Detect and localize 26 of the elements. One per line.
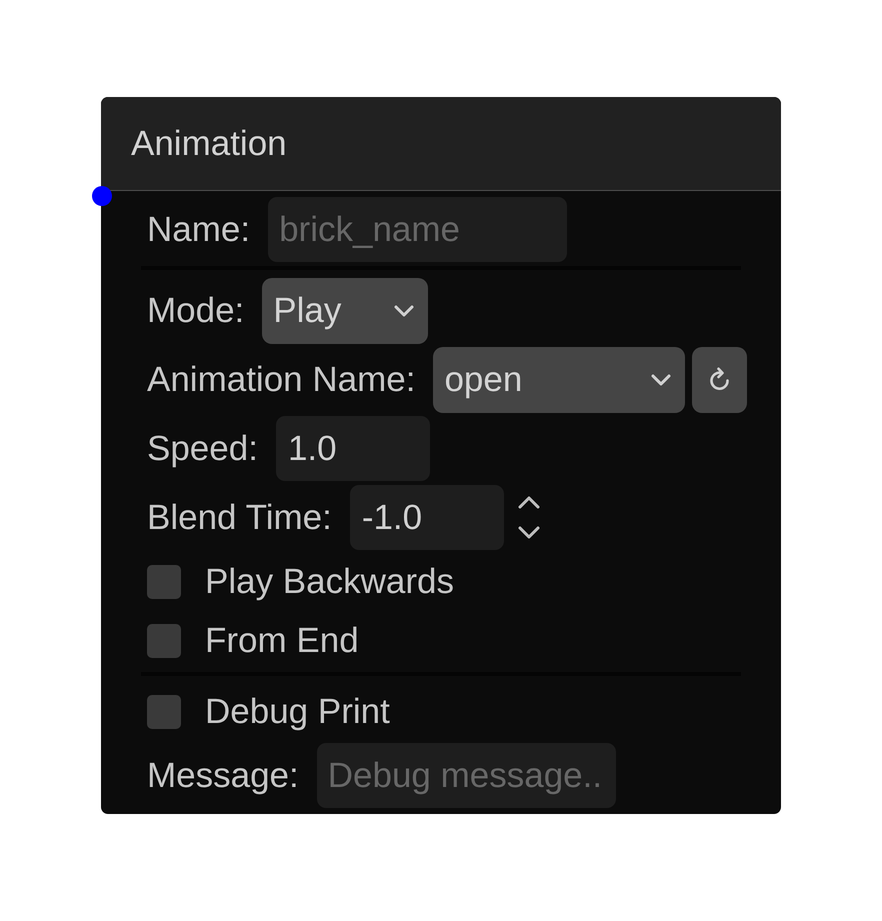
checkbox-label[interactable]: Debug Print (205, 692, 390, 732)
refresh-icon (708, 366, 732, 392)
field-label: Speed: (147, 428, 258, 468)
chevron-down-icon[interactable] (516, 526, 541, 539)
field-label: Name: (147, 210, 250, 250)
field-label: Mode: (147, 290, 244, 330)
number-field[interactable]: 1.0 (276, 416, 430, 481)
number-field[interactable]: -1.0 (350, 485, 504, 550)
checkbox[interactable] (147, 694, 181, 728)
dropdown[interactable]: open (433, 346, 685, 412)
checkbox-label[interactable]: From End (205, 620, 359, 660)
checkbox[interactable] (147, 564, 181, 598)
dropdown[interactable]: Play (262, 278, 428, 344)
chevron-up-icon[interactable] (516, 496, 541, 509)
field-label: Message: (147, 756, 299, 796)
refresh-button[interactable] (692, 346, 747, 412)
text-field[interactable]: brick_name (268, 197, 568, 262)
chevron-down-icon (651, 374, 671, 386)
checkbox[interactable] (147, 624, 181, 658)
field-label: Animation Name: (147, 360, 416, 400)
node-title: Animation (131, 124, 287, 164)
chevron-down-icon (394, 304, 414, 316)
connection-port-icon[interactable] (92, 186, 112, 206)
checkbox-label[interactable]: Play Backwards (205, 562, 454, 602)
field-label: Blend Time: (147, 498, 332, 538)
text-field[interactable]: Debug message.. (316, 743, 616, 808)
